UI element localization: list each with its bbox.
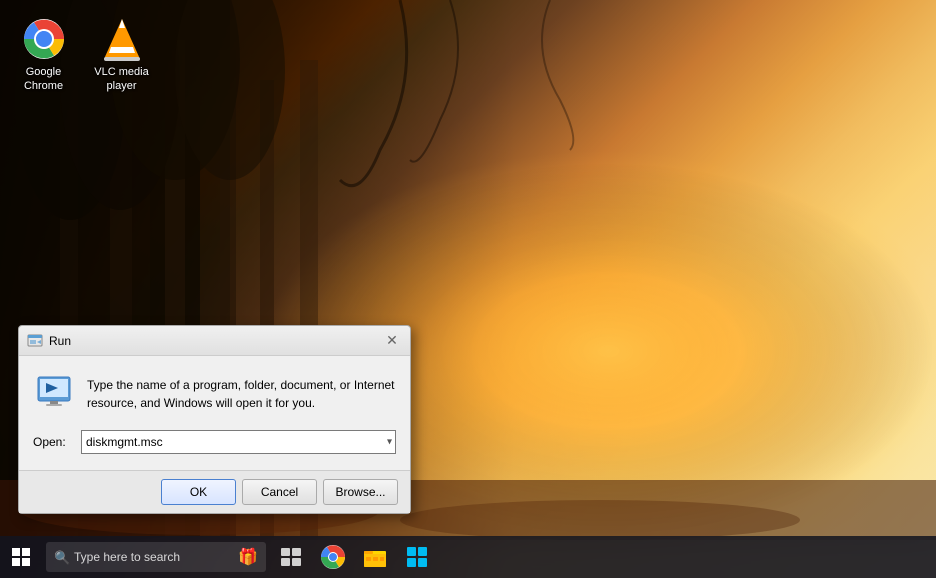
desktop-icon-chrome[interactable]: Google Chrome	[6, 12, 81, 98]
run-title-icon	[27, 333, 43, 349]
vlc-icon-label: VLC media player	[88, 65, 155, 94]
taskbar-chrome-button[interactable]	[312, 536, 354, 578]
chrome-icon-label: Google Chrome	[10, 65, 77, 94]
taskbar-chrome-icon	[321, 545, 345, 569]
start-button[interactable]	[0, 536, 42, 578]
taskbar-store-button[interactable]	[396, 536, 438, 578]
desktop: Google Chrome VLC media player	[0, 0, 936, 578]
browse-button[interactable]: Browse...	[323, 479, 398, 505]
desktop-icon-vlc[interactable]: VLC media player	[84, 12, 159, 98]
dialog-input-row: Open: diskmgmt.msc ▾	[33, 430, 396, 454]
chrome-icon-image	[21, 16, 66, 61]
windows-logo-icon	[12, 548, 30, 566]
vlc-icon-image	[99, 16, 144, 61]
ok-button[interactable]: OK	[161, 479, 236, 505]
file-explorer-icon	[364, 547, 386, 567]
dialog-description: Type the name of a program, folder, docu…	[87, 372, 396, 412]
run-input-wrapper: diskmgmt.msc ▾	[81, 430, 396, 454]
run-icon	[33, 372, 75, 414]
search-icon: 🔍	[54, 550, 68, 564]
open-label: Open:	[33, 435, 73, 449]
store-icon	[406, 546, 428, 568]
run-input-select[interactable]: diskmgmt.msc	[81, 430, 396, 454]
dialog-close-button[interactable]: ✕	[382, 331, 402, 351]
taskbar-search[interactable]: 🔍 Type here to search 🎁	[46, 542, 266, 572]
dialog-body: Type the name of a program, folder, docu…	[19, 356, 410, 513]
dialog-titlebar: Run ✕	[19, 326, 410, 356]
gift-icon: 🎁	[238, 547, 258, 567]
dialog-info-row: Type the name of a program, folder, docu…	[33, 372, 396, 414]
dialog-title: Run	[49, 334, 382, 348]
taskbar: 🔍 Type here to search 🎁	[0, 536, 936, 578]
cancel-button[interactable]: Cancel	[242, 479, 317, 505]
taskbar-file-explorer-button[interactable]	[354, 536, 396, 578]
dialog-buttons: OK Cancel Browse...	[19, 470, 410, 513]
task-view-button[interactable]	[270, 536, 312, 578]
search-placeholder: Type here to search	[74, 550, 180, 564]
run-dialog: Run ✕ Type t	[18, 325, 411, 514]
task-view-icon	[281, 548, 301, 566]
